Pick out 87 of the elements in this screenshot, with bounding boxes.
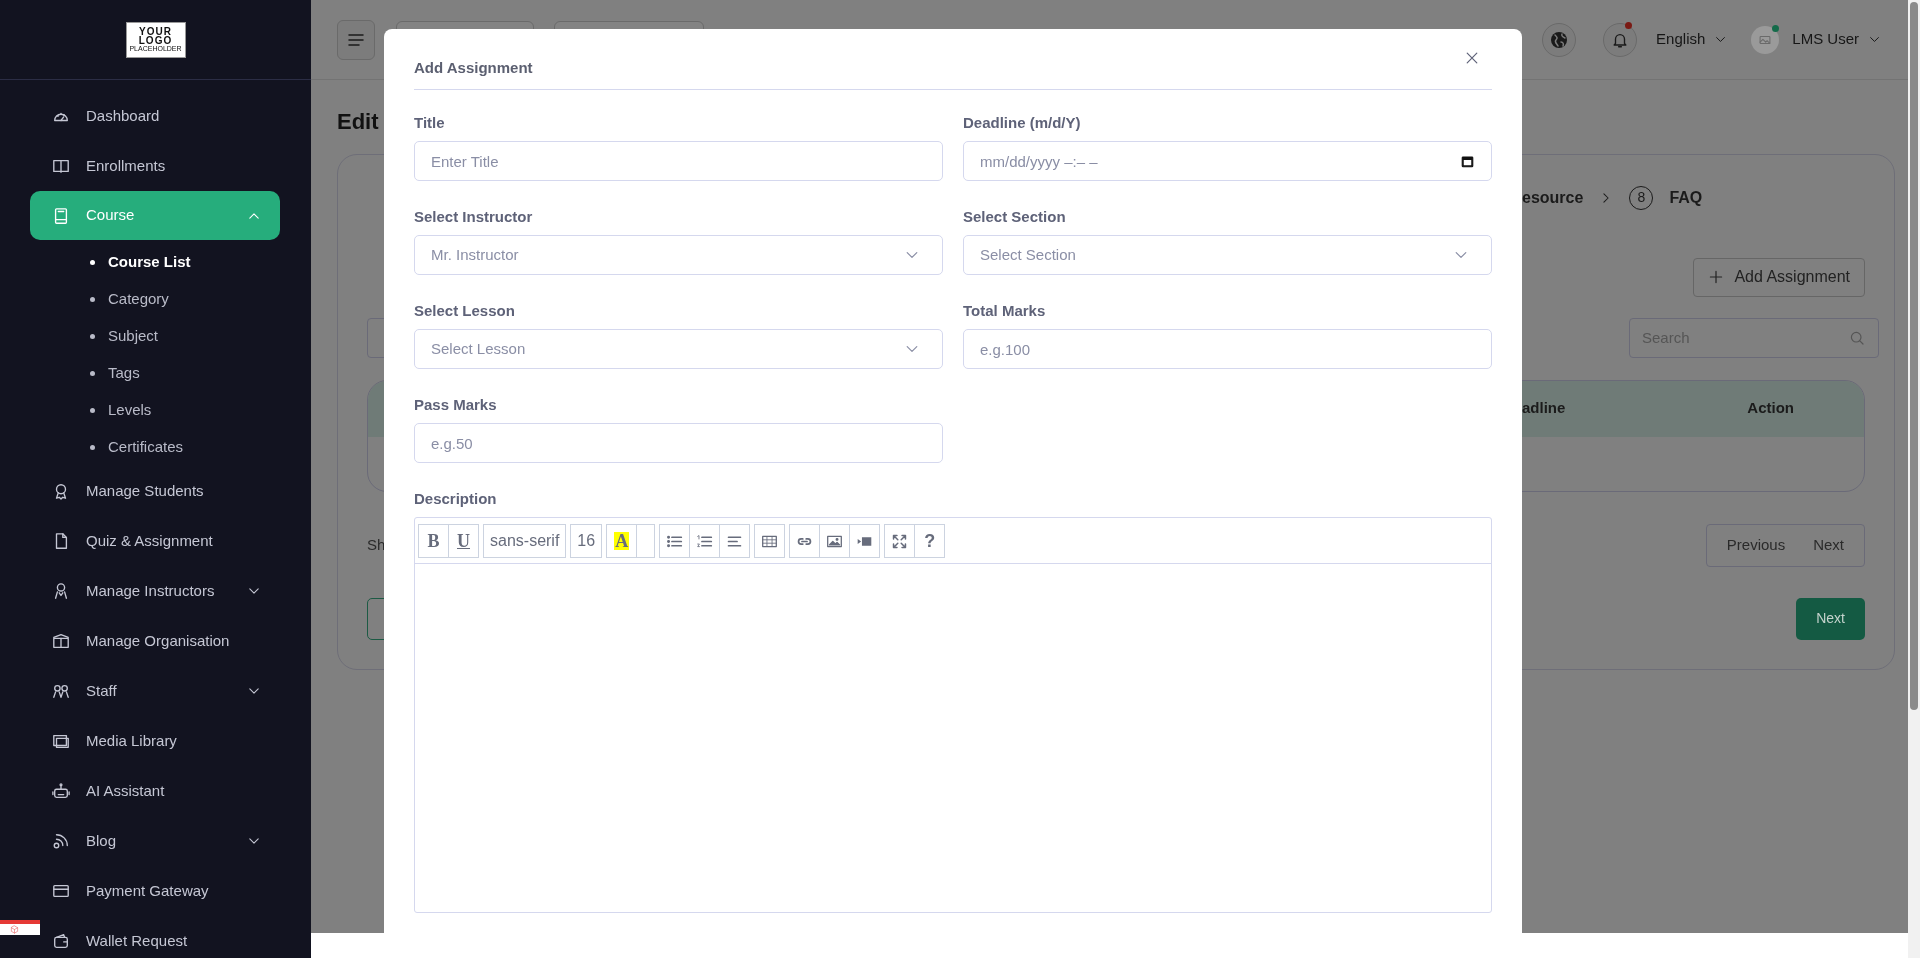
notification-button[interactable] [1603, 22, 1638, 57]
plus-icon [1708, 269, 1725, 285]
globe-icon [1549, 29, 1570, 50]
library-icon [52, 632, 70, 650]
sidebar-item[interactable]: Manage Students [30, 466, 280, 516]
page-link[interactable]: Next [1799, 533, 1858, 557]
users-icon [52, 682, 70, 700]
field-label: Total Marks [963, 302, 1047, 320]
page-link[interactable]: Previous [1712, 533, 1800, 557]
field-label: Select Lesson [414, 302, 516, 320]
input-field[interactable]: e.g.100 [963, 329, 1492, 369]
sidebar-item[interactable]: Manage Instructors [30, 566, 280, 616]
submenu-item[interactable]: Subject [0, 318, 311, 355]
column-header: adline [1522, 398, 1566, 419]
field-label: Select Section [963, 208, 1067, 226]
scrollbar[interactable] [1908, 0, 1920, 958]
font-size-dropdown[interactable]: 16 [570, 524, 603, 558]
wallet-icon [52, 932, 70, 950]
submenu-item[interactable]: Course List [0, 244, 311, 281]
numbered-list-button[interactable] [689, 524, 721, 558]
add-assignment-button[interactable]: Add Assignment [1693, 257, 1865, 297]
language-dropdown[interactable]: English [1656, 28, 1728, 51]
next-button[interactable]: Next [1796, 597, 1865, 640]
input-field[interactable]: Enter Title [414, 141, 943, 181]
media-icon [52, 732, 70, 750]
field-label: Deadline (m/d/Y) [963, 114, 1082, 132]
image-button[interactable] [819, 524, 851, 558]
user-icon [52, 582, 70, 600]
submenu-item[interactable]: Category [0, 281, 311, 318]
sidebar-item[interactable]: Enrollments [30, 141, 280, 191]
expand-icon [891, 532, 909, 550]
sidebar-item[interactable]: Dashboard [30, 91, 280, 141]
step-label[interactable]: FAQ [1669, 185, 1703, 210]
field-label: Select Instructor [414, 208, 534, 226]
text-editor[interactable]: B U sans-serif 16 A ? [414, 517, 1492, 913]
highlight-button[interactable]: A [606, 524, 638, 558]
book-icon [52, 157, 70, 175]
robot-icon [52, 782, 70, 800]
card-icon [52, 882, 70, 900]
select-field[interactable]: Select Lesson [414, 329, 943, 369]
link-button[interactable] [789, 524, 821, 558]
underline-button[interactable]: U [448, 524, 479, 558]
logo-text: YOUR [139, 26, 172, 36]
sidebar-item[interactable]: Course [30, 191, 280, 240]
floating-widget[interactable] [0, 920, 40, 935]
submenu-item[interactable]: Levels [0, 392, 311, 429]
sidebar-item[interactable]: AI Assistant [30, 766, 280, 816]
sidebar-item[interactable]: Wallet Request [30, 916, 280, 958]
user-menu[interactable]: LMS User [1792, 28, 1881, 51]
bullet-list-button[interactable] [659, 524, 691, 558]
language-button[interactable] [1542, 22, 1577, 57]
sidebar-item[interactable]: Payment Gateway [30, 866, 280, 916]
sidebar-item[interactable]: Media Library [30, 716, 280, 766]
search-icon [1849, 329, 1865, 346]
cube-icon [10, 925, 19, 934]
sidebar-item[interactable]: Quiz & Assignment [30, 516, 280, 566]
notebook-icon [52, 206, 70, 225]
sidebar-item[interactable]: Blog [30, 816, 280, 866]
expand-button[interactable] [884, 524, 916, 558]
submenu-item[interactable]: Certificates [0, 429, 311, 466]
scrollbar-thumb[interactable] [1910, 2, 1918, 710]
field-label: Description [414, 490, 498, 508]
align-button[interactable] [719, 524, 751, 558]
entries-info: Sh [367, 534, 386, 555]
field-label: Pass Marks [414, 396, 498, 414]
sidebar-item[interactable]: Staff [30, 666, 280, 716]
modal-title: Add Assignment [414, 59, 533, 77]
help-button[interactable]: ? [914, 524, 946, 558]
menu-button[interactable] [337, 19, 375, 60]
page-title: Edit [337, 110, 379, 134]
feed-icon [52, 832, 70, 850]
select-field[interactable]: Mr. Instructor [414, 235, 943, 275]
color-dropdown[interactable] [636, 524, 656, 558]
bold-button[interactable]: B [418, 524, 449, 558]
input-field[interactable]: e.g.50 [414, 423, 943, 463]
font-dropdown[interactable]: sans-serif [483, 524, 567, 558]
video-button[interactable] [849, 524, 881, 558]
logo-text: LOGO [138, 35, 173, 45]
date-field[interactable]: mm/dd/yyyy –:– – [963, 141, 1492, 181]
numbered-list-icon [696, 532, 714, 550]
column-header: Action [1747, 398, 1794, 419]
field-label: Title [414, 114, 446, 132]
submenu-item[interactable]: Tags [0, 355, 311, 392]
select-field[interactable]: Select Section [963, 235, 1492, 275]
sidebar-item[interactable]: Manage Organisation [30, 616, 280, 666]
step-label[interactable]: esource [1522, 185, 1584, 210]
table-button[interactable] [754, 524, 786, 558]
